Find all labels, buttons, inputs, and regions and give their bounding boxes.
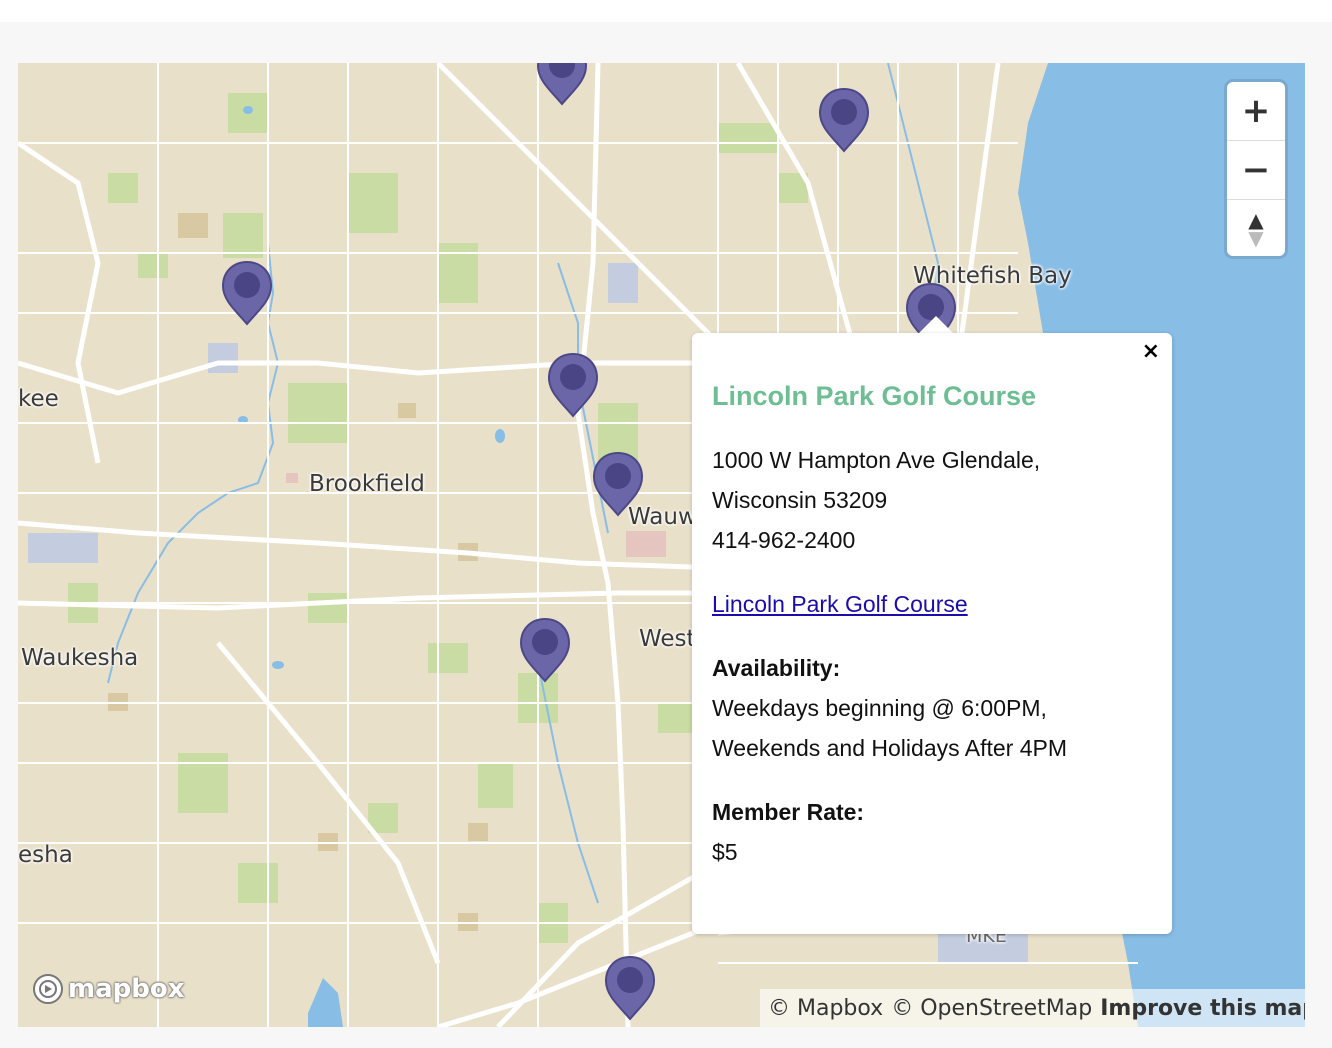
place-label-waukesha-county: esha — [18, 842, 73, 868]
place-label-west-allis: West — [639, 626, 696, 652]
golf-course-pin-2[interactable] — [818, 87, 870, 153]
popup-close-button[interactable]: × — [1142, 339, 1160, 364]
place-label-milwaukee: kee — [18, 386, 59, 412]
popup-title: Lincoln Park Golf Course — [712, 381, 1037, 411]
map-attribution: © Mapbox © OpenStreetMap Improve this ma… — [760, 989, 1305, 1027]
golf-course-pin-5[interactable] — [592, 451, 644, 517]
compass-south-icon: ▼ — [1248, 226, 1264, 250]
address-line-1: 1000 W Hampton Ave Glendale, — [712, 447, 1041, 473]
golf-course-pin-4[interactable] — [547, 352, 599, 418]
member-rate-value: $5 — [712, 839, 738, 865]
place-label-brookfield: Brookfield — [309, 471, 425, 497]
golf-course-pin-6[interactable] — [519, 617, 571, 683]
popup-tip — [918, 316, 954, 334]
availability-line-1: Weekdays beginning @ 6:00PM, — [712, 695, 1047, 721]
mapbox-logo[interactable]: mapbox — [32, 973, 185, 1005]
place-label-waukesha: Waukesha — [21, 645, 139, 671]
course-website-link[interactable]: Lincoln Park Golf Course — [712, 591, 968, 617]
map-navigation-control: + − ▲ ▼ — [1227, 82, 1285, 256]
availability-label: Availability: — [712, 655, 841, 681]
page-header-strip — [0, 0, 1332, 22]
phone-number: 414-962-2400 — [712, 527, 856, 553]
attribution-mapbox-link[interactable]: © Mapbox — [768, 996, 883, 1021]
golf-course-pin-1[interactable] — [536, 63, 588, 106]
urban-areas — [108, 213, 488, 931]
availability-line-2: Weekends and Holidays After 4PM — [712, 735, 1067, 761]
mapbox-logo-icon — [33, 974, 63, 1004]
golf-course-pin-7[interactable] — [604, 955, 656, 1021]
golf-course-pin-3[interactable] — [221, 260, 273, 326]
mapbox-logo-text: mapbox — [68, 974, 185, 1004]
address-line-2: Wisconsin 53209 — [712, 487, 888, 513]
zoom-in-button[interactable]: + — [1227, 82, 1285, 141]
downtown-area — [626, 531, 666, 557]
zoom-out-button[interactable]: − — [1227, 141, 1285, 200]
location-popup: × Lincoln Park Golf Course 1000 W Hampto… — [692, 333, 1172, 934]
improve-map-link[interactable]: Improve this map — [1100, 996, 1305, 1021]
member-rate-label: Member Rate: — [712, 799, 865, 825]
compass-button[interactable]: ▲ ▼ — [1227, 200, 1285, 258]
attribution-osm-link[interactable]: © OpenStreetMap — [891, 996, 1092, 1021]
